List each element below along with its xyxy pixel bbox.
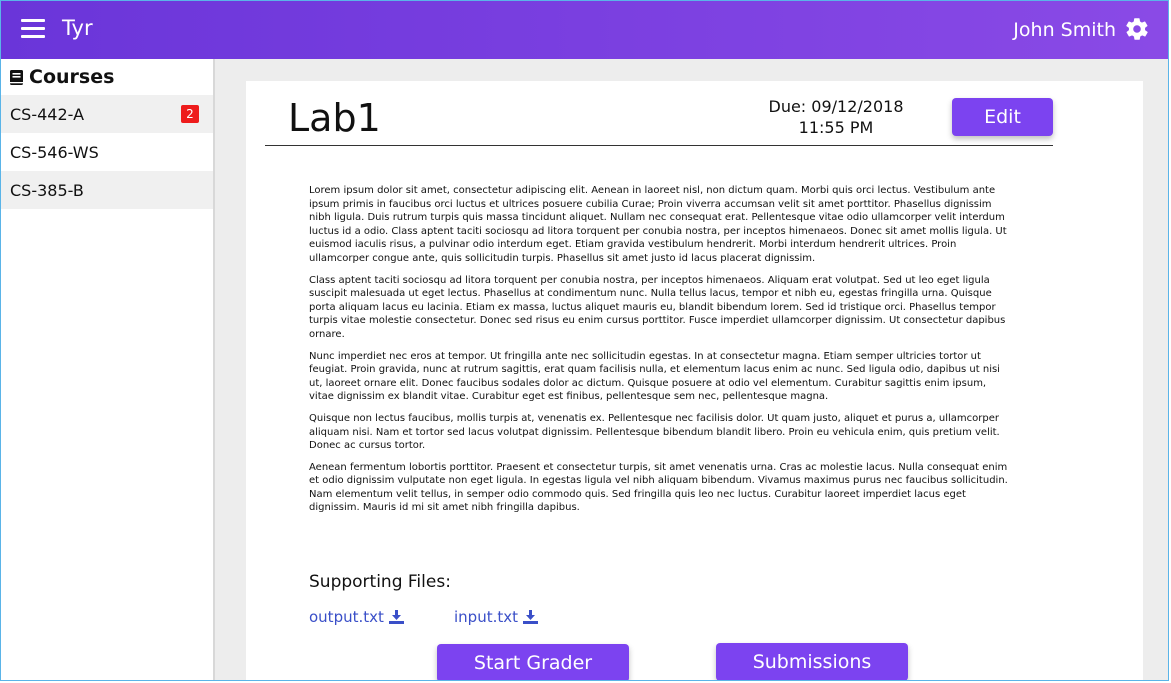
assignment-description: Lorem ipsum dolor sit amet, consectetur …: [309, 184, 1011, 523]
sidebar-item-cs-385-b[interactable]: CS-385-B: [1, 171, 213, 209]
description-paragraph: Lorem ipsum dolor sit amet, consectetur …: [309, 185, 1007, 264]
title-divider: [265, 145, 1053, 146]
description-paragraph: Class aptent taciti sociosqu ad litora t…: [309, 274, 1006, 340]
due-date-line: Due: 09/12/2018: [768, 97, 904, 116]
book-icon: [10, 69, 23, 85]
course-label: CS-546-WS: [10, 142, 99, 162]
assignment-title: Lab1: [288, 96, 381, 140]
sidebar-title: Courses: [29, 66, 115, 88]
course-label: CS-442-A: [10, 104, 85, 124]
file-link-input[interactable]: input.txt: [454, 608, 538, 626]
sidebar-header: Courses: [1, 59, 213, 95]
edit-button[interactable]: Edit: [952, 98, 1053, 136]
hamburger-menu-icon[interactable]: [21, 19, 45, 39]
app-title: Tyr: [62, 16, 93, 40]
assignment-card: Lab1 Due: 09/12/2018 11:55 PM Edit Lorem…: [246, 81, 1143, 680]
course-label: CS-385-B: [10, 180, 84, 200]
file-name: input.txt: [454, 608, 518, 626]
top-bar: Tyr John Smith: [1, 1, 1168, 59]
sidebar-item-cs-442-a[interactable]: CS-442-A 2: [1, 95, 213, 133]
description-paragraph: Nunc imperdiet nec eros at tempor. Ut fr…: [309, 350, 1000, 403]
description-paragraph: Quisque non lectus faucibus, mollis turp…: [309, 412, 1000, 452]
description-paragraph: Aenean fermentum lobortis porttitor. Pra…: [309, 461, 1008, 514]
download-icon: [388, 610, 404, 624]
notification-badge: 2: [181, 105, 199, 123]
submissions-button[interactable]: Submissions: [716, 643, 908, 680]
due-time-line: 11:55 PM: [798, 118, 874, 137]
download-icon: [523, 610, 538, 624]
due-date: Due: 09/12/2018 11:55 PM: [746, 96, 926, 138]
file-name: output.txt: [309, 608, 384, 626]
supporting-files-heading: Supporting Files:: [309, 572, 451, 592]
user-name[interactable]: John Smith: [1013, 19, 1116, 41]
gear-icon[interactable]: [1124, 16, 1150, 42]
file-link-output[interactable]: output.txt: [309, 608, 404, 626]
app-window: Tyr John Smith Courses CS-442-A 2 CS-546…: [0, 0, 1169, 681]
sidebar: Courses CS-442-A 2 CS-546-WS CS-385-B: [1, 59, 215, 680]
sidebar-item-cs-546-ws[interactable]: CS-546-WS: [1, 133, 213, 171]
start-grader-button[interactable]: Start Grader: [437, 644, 629, 680]
